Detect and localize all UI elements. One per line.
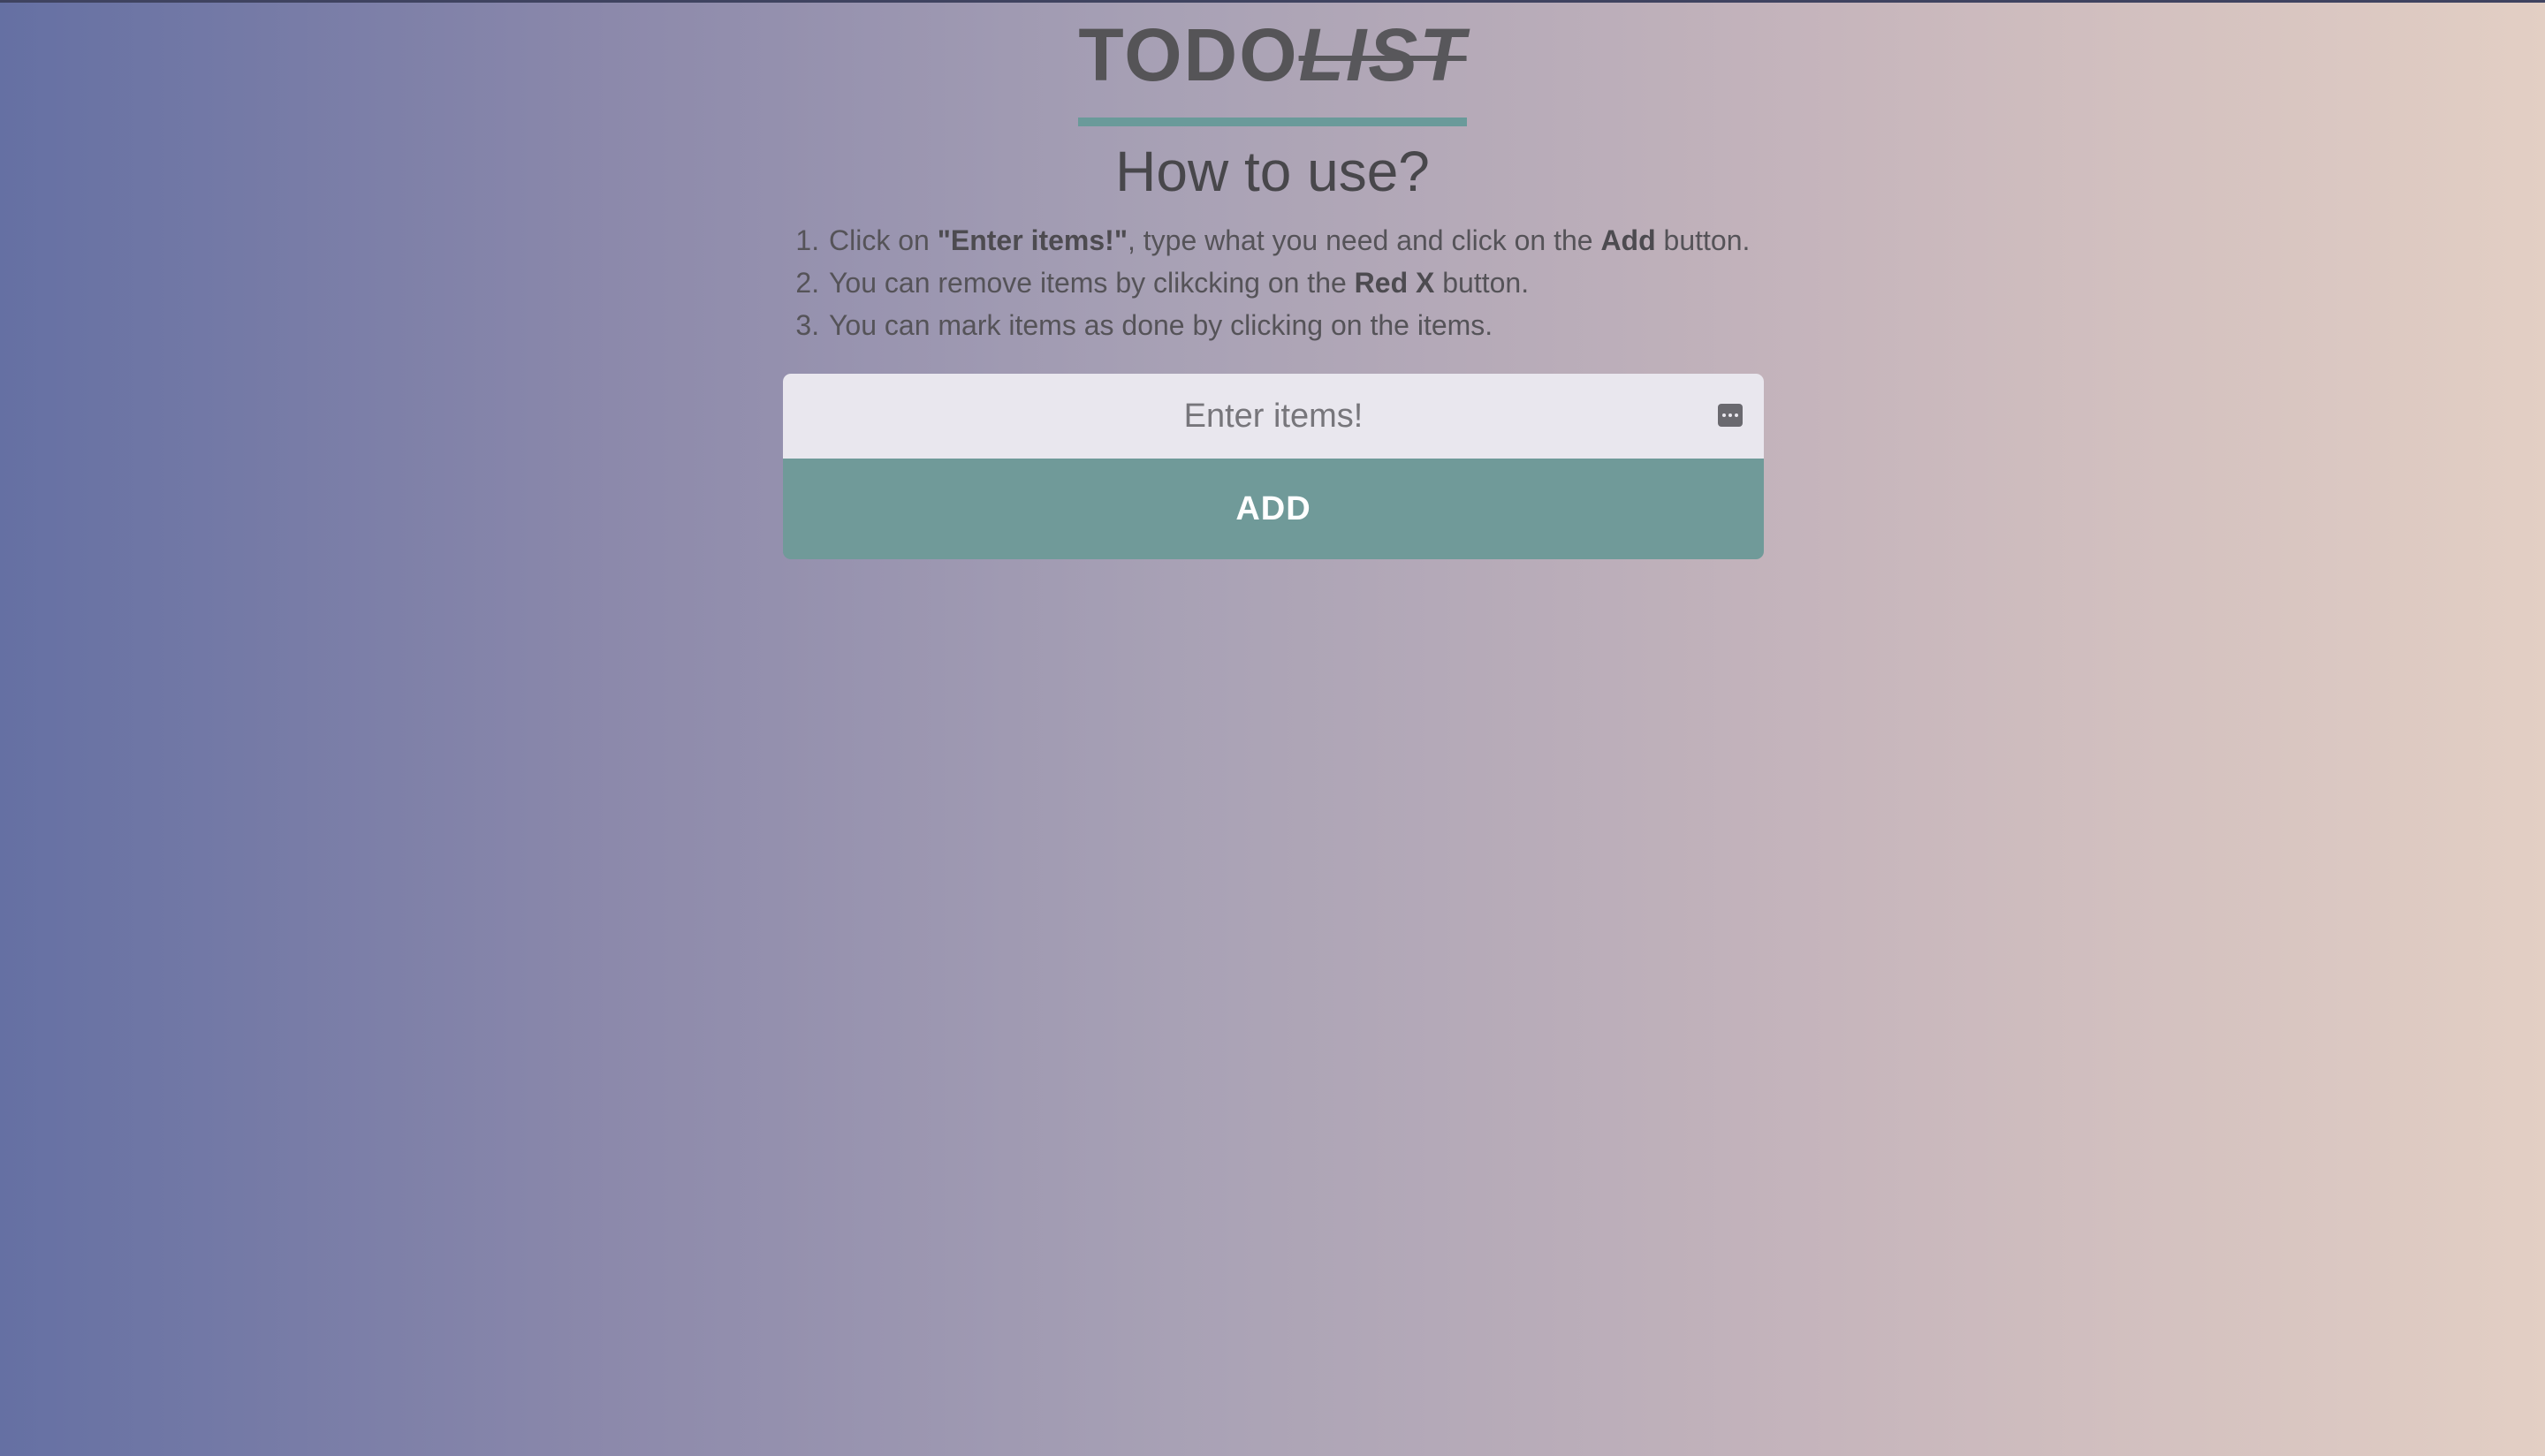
logo-list: LIST xyxy=(1298,13,1467,96)
step-3-text: You can mark items as done by clicking o… xyxy=(829,309,1493,341)
app-logo: TODOLIST xyxy=(0,12,2545,97)
item-entry-box xyxy=(783,374,1764,459)
enter-items-input[interactable] xyxy=(783,374,1764,459)
instruction-step-1: Click on "Enter items!", type what you n… xyxy=(827,219,1750,262)
instruction-step-2: You can remove items by clikcking on the… xyxy=(827,262,1750,304)
step-2-text-a: You can remove items by clikcking on the xyxy=(829,267,1355,299)
logo-underline xyxy=(1078,118,1467,126)
instructions-title: How to use? xyxy=(1115,140,1430,203)
step-1-text-b: , type what you need and click on the xyxy=(1127,224,1601,256)
todo-app: TODOLIST How to use? Click on "Enter ite… xyxy=(0,0,2545,1456)
step-1-add-emphasis: Add xyxy=(1600,224,1656,256)
step-2-text-b: button. xyxy=(1434,267,1530,299)
instruction-step-3: You can mark items as done by clicking o… xyxy=(827,304,1750,346)
logo-todo: TODO xyxy=(1078,13,1299,96)
step-2-red-x-emphasis: Red X xyxy=(1354,267,1435,299)
add-button[interactable]: ADD xyxy=(783,459,1764,559)
more-dots-icon[interactable] xyxy=(1718,404,1743,427)
step-1-text-a: Click on xyxy=(829,224,938,256)
step-1-text-c: button. xyxy=(1655,224,1751,256)
step-1-enter-items-emphasis: "Enter items!" xyxy=(937,224,1128,256)
instructions-list: Click on "Enter items!", type what you n… xyxy=(783,219,1750,346)
